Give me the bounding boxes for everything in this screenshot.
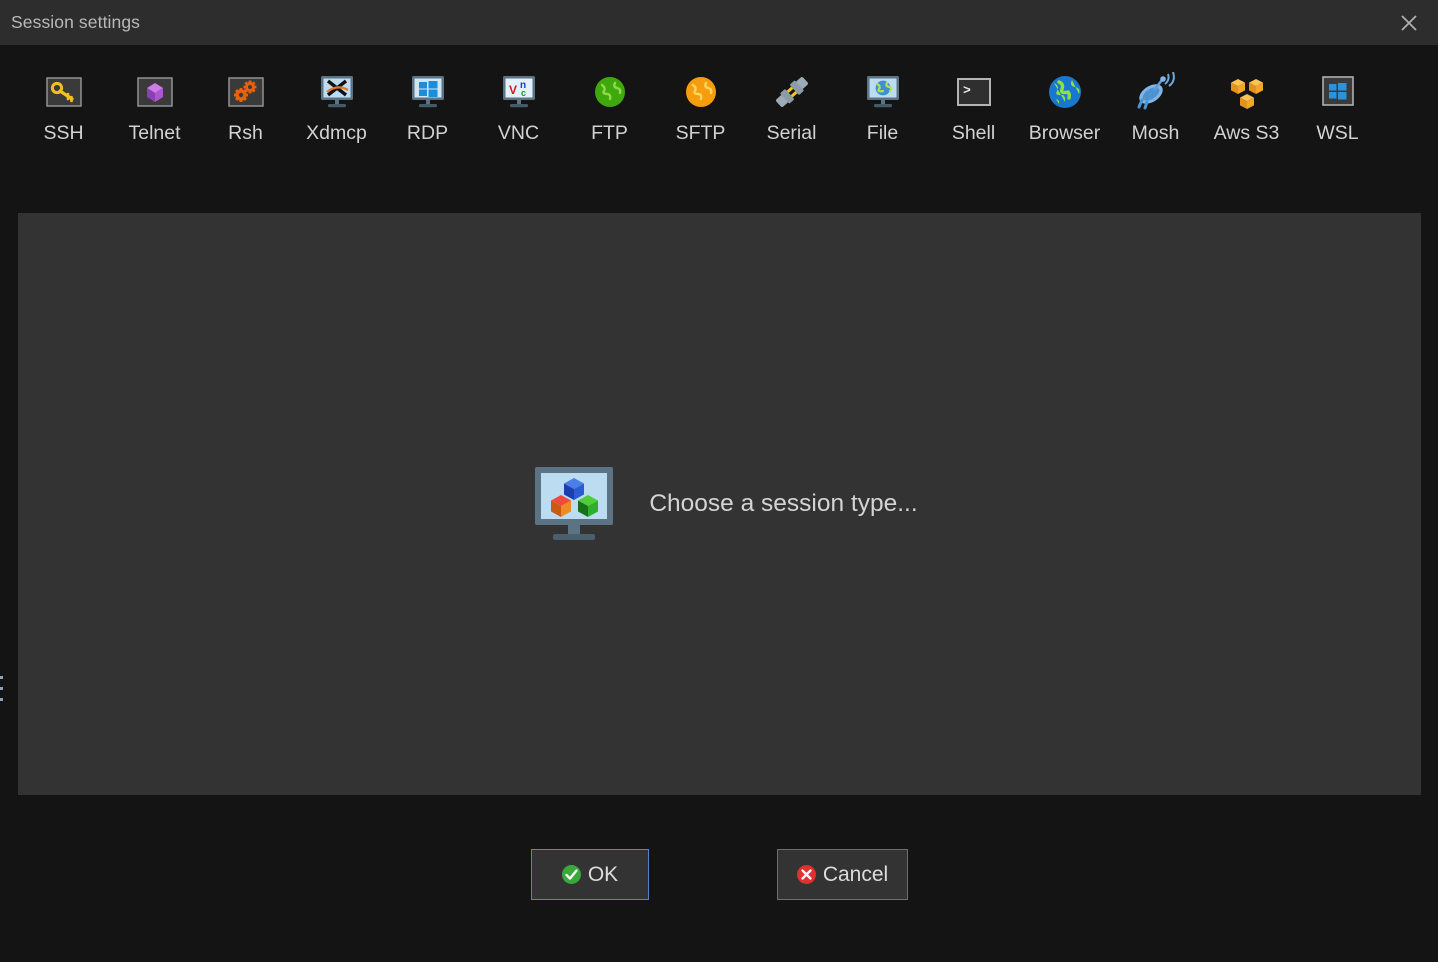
session-type-wsl[interactable]: WSL <box>1292 68 1383 145</box>
terminal-icon: > <box>950 68 998 116</box>
session-type-toolbar: SSH Telnet Rsh Xdmcp RDP V n c VNC FTP S… <box>0 45 1438 213</box>
session-type-rdp[interactable]: RDP <box>382 68 473 145</box>
session-type-xdmcp[interactable]: Xdmcp <box>291 68 382 145</box>
cancel-label: Cancel <box>822 862 889 886</box>
tool-label: RDP <box>406 122 449 144</box>
session-settings-panel: Choose a session type... <box>18 213 1421 795</box>
close-icon <box>1401 14 1417 31</box>
session-type-ftp[interactable]: FTP <box>564 68 655 145</box>
session-type-sftp[interactable]: SFTP <box>655 68 746 145</box>
purple-cube-icon <box>131 68 179 116</box>
svg-text:c: c <box>521 88 526 98</box>
gears-icon <box>222 68 270 116</box>
edge-artifact <box>0 676 3 706</box>
tool-label: Mosh <box>1131 122 1180 144</box>
session-type-ssh[interactable]: SSH <box>18 68 109 145</box>
session-type-aws-s3[interactable]: Aws S3 <box>1201 68 1292 145</box>
svg-text:V: V <box>509 83 517 97</box>
tool-label: VNC <box>497 122 540 144</box>
session-type-vnc[interactable]: V n c VNC <box>473 68 564 145</box>
ok-label: OK <box>587 862 619 886</box>
dialog-footer: OK Cancel <box>0 795 1438 962</box>
svg-text:>: > <box>963 83 971 98</box>
tool-label: Browser <box>1028 122 1101 144</box>
session-type-serial[interactable]: Serial <box>746 68 837 145</box>
session-type-browser[interactable]: Browser <box>1019 68 1110 145</box>
globe-monitor-icon <box>859 68 907 116</box>
close-button[interactable] <box>1380 0 1438 45</box>
windows-monitor-icon <box>404 68 452 116</box>
red-x-icon <box>796 865 816 884</box>
satellite-dish-icon <box>1132 68 1180 116</box>
tool-label: Rsh <box>228 122 263 144</box>
green-globe-icon <box>586 68 634 116</box>
session-type-telnet[interactable]: Telnet <box>109 68 200 145</box>
tool-label: Xdmcp <box>306 122 367 144</box>
tool-label: Telnet <box>128 122 181 144</box>
session-settings-dialog: Session settings SSH Telnet Rsh Xdmcp RD… <box>0 0 1438 962</box>
titlebar: Session settings <box>0 0 1438 45</box>
tool-label: FTP <box>591 122 628 144</box>
cancel-button[interactable]: Cancel <box>776 849 908 900</box>
tool-label: SFTP <box>675 122 726 144</box>
tool-label: SSH <box>43 122 84 144</box>
tool-label: Aws S3 <box>1213 122 1280 144</box>
tool-label: Shell <box>951 122 996 144</box>
window-title: Session settings <box>11 12 141 32</box>
session-placeholder: Choose a session type... <box>531 465 918 543</box>
blue-globe-icon <box>1041 68 1089 116</box>
placeholder-label: Choose a session type... <box>649 490 918 517</box>
session-type-shell[interactable]: > Shell <box>928 68 1019 145</box>
x-monitor-icon <box>313 68 361 116</box>
vnc-monitor-icon: V n c <box>495 68 543 116</box>
aws-cubes-icon <box>1223 68 1271 116</box>
serial-plug-icon <box>768 68 816 116</box>
session-type-mosh[interactable]: Mosh <box>1110 68 1201 145</box>
ok-button[interactable]: OK <box>530 849 649 900</box>
green-check-icon <box>561 865 581 884</box>
session-type-file[interactable]: File <box>837 68 928 145</box>
orange-globe-icon <box>677 68 725 116</box>
tool-label: WSL <box>1316 122 1359 144</box>
monitor-cubes-icon <box>535 467 614 540</box>
session-type-rsh[interactable]: Rsh <box>200 68 291 145</box>
key-icon <box>40 68 88 116</box>
tool-label: Serial <box>766 122 817 144</box>
tool-label: File <box>866 122 899 144</box>
windows-logo-icon <box>1314 68 1362 116</box>
